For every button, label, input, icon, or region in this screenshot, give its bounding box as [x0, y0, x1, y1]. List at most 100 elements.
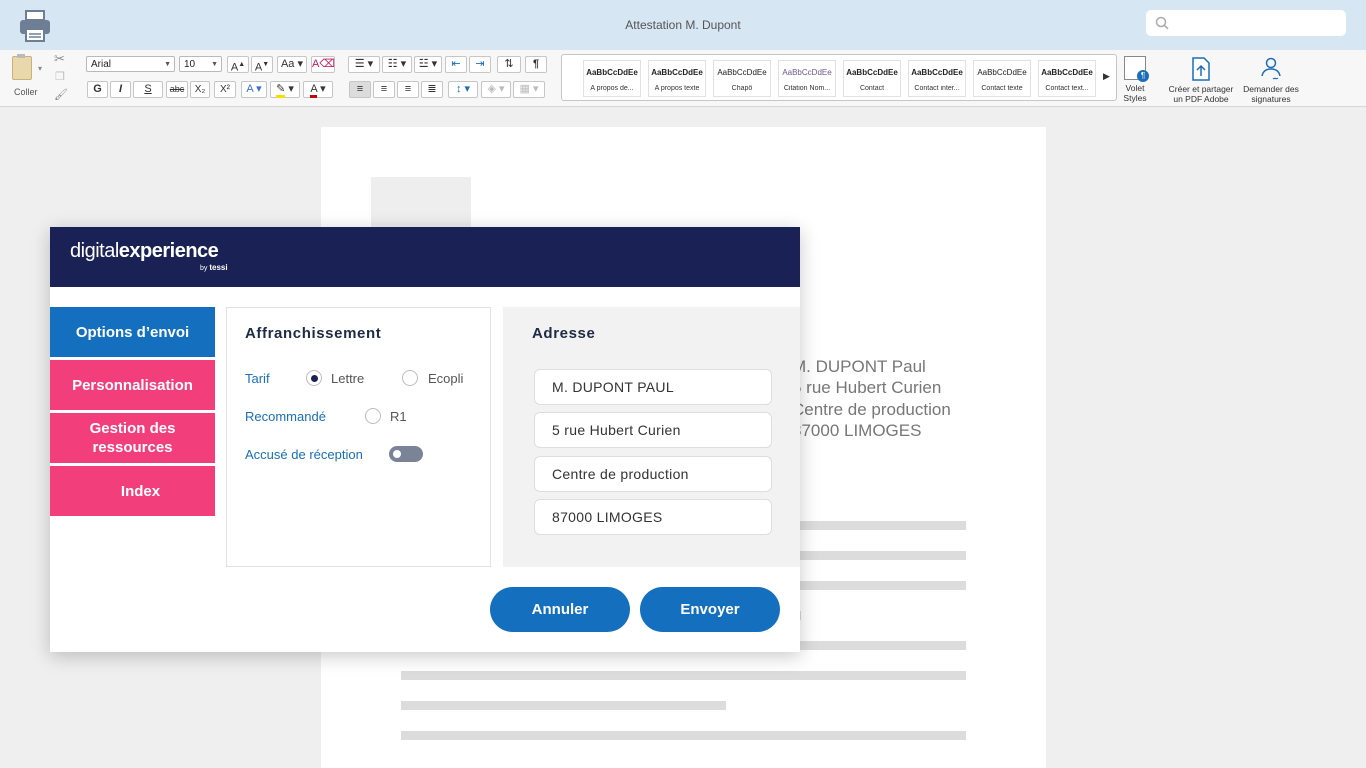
- paste-dropdown-icon[interactable]: ▾: [38, 64, 42, 73]
- pilcrow-icon[interactable]: ¶: [525, 56, 547, 73]
- increase-indent-icon[interactable]: ⇥: [469, 56, 491, 73]
- document-address-line: M. DUPONT Paul: [792, 357, 926, 376]
- radio-r1[interactable]: [365, 408, 381, 424]
- document-address-line: Centre de production: [792, 400, 951, 419]
- font-size-select[interactable]: 10 ▼: [179, 56, 222, 72]
- numbering-button[interactable]: ☷ ▾: [382, 56, 412, 73]
- brand-by: by: [200, 265, 208, 272]
- font-color-icon: A: [310, 83, 318, 98]
- address-line-2-field[interactable]: 5 rue Hubert Curien: [534, 412, 772, 448]
- align-left-icon[interactable]: ≡: [349, 81, 371, 98]
- brand-logo: digitalexperience: [70, 240, 219, 263]
- style-name: A propos texte: [654, 85, 700, 92]
- style-sample: AaBbCcDdEe: [911, 68, 963, 77]
- superscript-button[interactable]: X²: [214, 81, 236, 98]
- style-item[interactable]: AaBbCcDdEe A propos texte: [648, 60, 706, 97]
- align-right-icon[interactable]: ≡: [397, 81, 419, 98]
- style-sample: AaBbCcDdEe: [1041, 68, 1093, 77]
- cancel-button[interactable]: Annuler: [490, 587, 630, 632]
- address-line-1-field[interactable]: M. DUPONT PAUL: [534, 369, 772, 405]
- style-name: Contact texte: [981, 85, 1023, 92]
- tarif-label: Tarif: [245, 371, 270, 386]
- document-address-line: 87000 LIMOGES: [792, 421, 922, 440]
- postage-panel: [226, 307, 491, 567]
- borders-button[interactable]: ▦ ▾: [513, 81, 545, 98]
- document-address-line: 5 rue Hubert Curien: [792, 378, 942, 397]
- style-sample: AaBbCcDdEe: [651, 68, 703, 77]
- address-title: Adresse: [532, 325, 596, 342]
- decrease-indent-icon[interactable]: ⇤: [445, 56, 467, 73]
- nav-send-options[interactable]: Options d’envoi: [50, 307, 215, 357]
- highlight-color-button[interactable]: ✎ ▾: [270, 81, 300, 98]
- multilevel-list-button[interactable]: ☳ ▾: [414, 56, 442, 73]
- style-sample: AaBbCcDdEe: [782, 68, 832, 77]
- radio-lettre-label: Lettre: [331, 371, 365, 386]
- clear-format-icon[interactable]: A⌫: [311, 56, 335, 73]
- registered-label: Recommandé: [245, 409, 326, 424]
- sort-icon[interactable]: ⇅: [497, 56, 521, 73]
- font-name-select[interactable]: Arial ▼: [86, 56, 175, 72]
- shrink-font-button[interactable]: A▼: [251, 56, 273, 74]
- font-color-button[interactable]: A ▾: [303, 81, 333, 98]
- postage-title: Affranchissement: [245, 325, 382, 342]
- line-spacing-button[interactable]: ↕ ▾: [448, 81, 478, 98]
- style-name: Contact: [859, 85, 885, 92]
- strikethrough-button[interactable]: abc: [166, 81, 188, 98]
- nav-resources[interactable]: Gestion des ressources: [50, 413, 215, 463]
- radio-r1-label: R1: [390, 409, 407, 424]
- format-painter-icon[interactable]: 🖌: [54, 88, 68, 101]
- style-item[interactable]: AaBbCcDdEe Contact inter...: [908, 60, 966, 97]
- nav-index[interactable]: Index: [50, 466, 215, 516]
- ack-label: Accusé de réception: [245, 447, 363, 462]
- send-button[interactable]: Envoyer: [640, 587, 780, 632]
- style-name: Chapô: [731, 85, 753, 92]
- styles-pane-icon: ¶: [1124, 56, 1149, 82]
- radio-ecopli[interactable]: [402, 370, 418, 386]
- style-item[interactable]: AaBbCcDdEe Contact: [843, 60, 901, 97]
- copy-icon[interactable]: ❐: [55, 70, 65, 83]
- underline-button[interactable]: S: [133, 81, 163, 98]
- toggle-knob: [393, 450, 401, 458]
- brand-bold: experience: [118, 240, 219, 262]
- radio-lettre[interactable]: [306, 370, 322, 386]
- style-item[interactable]: AaBbCcDdEe Citation Nom...: [778, 60, 836, 97]
- styles-pane-label: Volet: [1125, 83, 1145, 93]
- font-name-value: Arial: [91, 59, 112, 70]
- address-line-3-field[interactable]: Centre de production: [534, 456, 772, 492]
- style-sample: AaBbCcDdEe: [977, 68, 1027, 77]
- subscript-button[interactable]: X₂: [190, 81, 210, 98]
- request-signatures-button[interactable]: Demander des signatures: [1238, 56, 1304, 104]
- brand-subtitle: by tessi: [200, 263, 228, 272]
- nav-label: Index: [120, 482, 161, 500]
- pdf-share-icon: [1192, 57, 1210, 81]
- dialog-header: digitalexperience by tessi: [50, 227, 800, 287]
- align-center-icon[interactable]: ≡: [373, 81, 395, 98]
- style-item[interactable]: AaBbCcDdEe Contact texte: [973, 60, 1031, 97]
- chevron-right-icon[interactable]: ▶: [1103, 71, 1110, 82]
- justify-icon[interactable]: ≣: [421, 81, 443, 98]
- style-item[interactable]: AaBbCcDdEe Contact text...: [1038, 60, 1096, 97]
- bullets-button[interactable]: ☰ ▾: [348, 56, 380, 73]
- text-line-placeholder: [401, 671, 966, 680]
- request-signatures-label: signatures: [1251, 94, 1291, 104]
- create-pdf-button[interactable]: Créer et partager un PDF Adobe: [1162, 56, 1240, 104]
- text-line-placeholder: [401, 731, 966, 740]
- search-input[interactable]: [1146, 10, 1346, 36]
- nav-personalisation[interactable]: Personnalisation: [50, 360, 215, 410]
- change-case-button[interactable]: Aa ▾: [277, 56, 307, 73]
- style-item[interactable]: AaBbCcDdEe A propos de...: [583, 60, 641, 97]
- address-line-4-field[interactable]: 87000 LIMOGES: [534, 499, 772, 535]
- styles-pane-button[interactable]: ¶ Volet Styles: [1119, 56, 1151, 103]
- bold-button[interactable]: G: [87, 81, 108, 98]
- chevron-down-icon: ▼: [164, 61, 171, 68]
- text-effects-icon[interactable]: A ▾: [241, 81, 267, 98]
- ack-toggle[interactable]: [389, 446, 423, 462]
- send-options-dialog: digitalexperience by tessi Options d’env…: [50, 227, 800, 652]
- italic-button[interactable]: I: [110, 81, 131, 98]
- nav-label: Personnalisation: [72, 376, 193, 394]
- grow-font-button[interactable]: A▲: [227, 56, 249, 74]
- font-size-value: 10: [184, 59, 196, 70]
- shading-button[interactable]: ◈ ▾: [481, 81, 511, 98]
- cut-icon[interactable]: ✂: [54, 51, 65, 67]
- style-item[interactable]: AaBbCcDdEe Chapô: [713, 60, 771, 97]
